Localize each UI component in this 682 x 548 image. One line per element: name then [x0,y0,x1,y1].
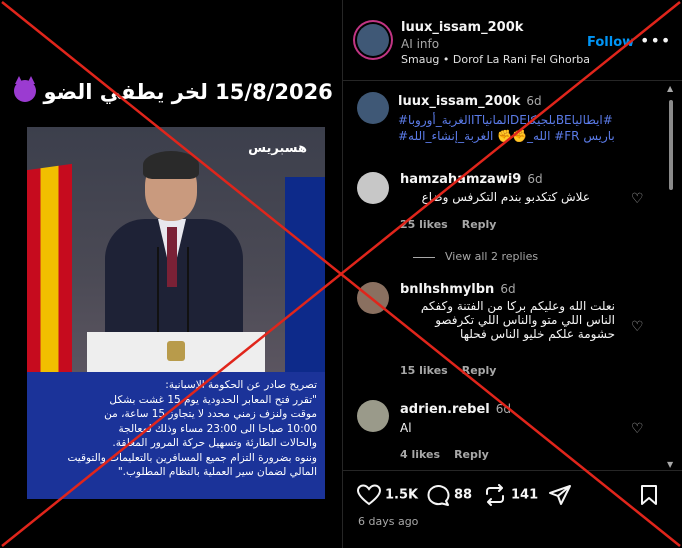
comment-line: حشومة علكم خليو الناس فحلها [460,327,615,341]
post-headline: 15/8/2026 لخر يطفي الضو [0,76,343,104]
speaker-hair [143,151,199,179]
hespress-logo: هسبريس [248,141,307,156]
microphone [157,247,159,332]
scroll-thumb[interactable] [669,100,673,190]
commenter-name[interactable]: hamzahamzawi9 6d [400,172,543,187]
commenter-avatar[interactable] [357,172,389,204]
caption-line: "تقرر فتح المعابر الحدودية يوم 15 غشت بش… [109,393,317,406]
caption-line: وننوه بضرورة التزام جميع المسافرين بالتع… [67,451,317,464]
more-options-icon[interactable]: ••• [640,31,671,50]
scroll-up-icon[interactable]: ▲ [667,84,673,93]
caption-username[interactable]: luux_issam_200k [398,94,520,109]
caption-line: موقت ولنزف زمني محدد لا يتجاوز 15 ساعة، … [104,408,317,420]
view-replies-button[interactable]: View all 2 replies [413,250,538,263]
author-avatar[interactable] [357,92,389,124]
comment-text: Al [400,421,412,435]
comment-age: 6d [527,172,543,186]
coat-of-arms-icon [167,341,185,361]
repost-icon [486,484,504,506]
post-header: luux_issam_200k AI info Smaug • Dorof La… [343,0,682,81]
ai-info-label[interactable]: AI info [401,37,439,51]
comment-button[interactable]: 88 [426,484,472,506]
comment-likes[interactable]: 15 likes [400,364,448,377]
share-button[interactable] [548,484,576,506]
comment-line: الناس اللي متو والناس اللي تكرفصو [435,313,615,327]
reply-button[interactable]: Reply [462,218,497,231]
caption-hashtags[interactable]: #ايطالياBEبلجيكاDEالمانياITالغربة_أوروبا… [398,112,663,144]
commenter-name[interactable]: bnlhshmylbn 6d [400,282,516,297]
comment-username[interactable]: bnlhshmylbn [400,282,494,297]
post-details-panel: luux_issam_200k AI info Smaug • Dorof La… [343,0,682,548]
like-comment-icon[interactable]: ♡ [631,422,645,436]
comment-username[interactable]: hamzahamzawi9 [400,172,521,187]
caption-line: المالي لضمان سير العملية بالنظام المطلوب… [117,466,317,478]
comment-likes[interactable]: 4 likes [400,448,440,461]
like-comment-icon[interactable]: ♡ [631,320,645,334]
commenter-avatar[interactable] [357,400,389,432]
reply-button[interactable]: Reply [454,448,489,461]
post-image[interactable]: هسبريس تصريح صادر عن الحكومة الإسبانية: … [27,127,325,499]
comment-icon [427,485,450,506]
like-comment-icon[interactable]: ♡ [631,192,645,206]
heart-icon [356,484,382,506]
actions-divider [343,470,682,471]
caption-author[interactable]: luux_issam_200k 6d [398,94,542,109]
caption-line: والحالات الطارئة وتسهيل حركة المرور المع… [112,437,317,449]
microphone [187,247,189,332]
commenter-name[interactable]: adrien.rebel 6d [400,402,511,417]
reply-button[interactable]: Reply [462,364,497,377]
post-date: 6 days ago [358,515,419,528]
comment-username[interactable]: adrien.rebel [400,402,490,417]
bookmark-icon [641,485,657,505]
comment-age: 6d [495,402,512,416]
comment-count: 88 [454,487,473,503]
save-button[interactable] [639,484,663,506]
comment-text: علاش كتكدبو بندم التكرفس وضاع [421,190,590,204]
caption-line: 10:00 صباحا الى 23:00 مساء وذلك لمعالجة [118,422,317,435]
caption-line: تصريح صادر عن الحكومة الإسبانية: [165,379,317,391]
speaker-tie [167,227,177,287]
author-username[interactable]: luux_issam_200k [401,20,523,35]
smiling-devil-emoji-icon [14,76,37,102]
scroll-down-icon[interactable]: ▼ [667,460,673,469]
author-avatar[interactable] [357,24,389,56]
eu-flag [285,177,325,377]
hashtag-line[interactable]: #ايطالياBEبلجيكاDEالمانياITالغربة_أوروبا… [398,112,663,128]
comment-text: نعلت الله وعليكم بركا من الفتنة وكفكم ال… [400,299,615,341]
commenter-avatar[interactable] [357,282,389,314]
comment-likes[interactable]: 25 likes [400,218,448,231]
like-count: 1.5K [385,487,419,503]
caption-age: 6d [526,94,542,108]
repost-count: 141 [511,487,539,503]
comment-age: 6d [500,282,516,296]
repost-button[interactable]: 141 [483,484,538,506]
comments-scrollbar[interactable]: ▲ ▼ [667,84,675,469]
hashtag-line[interactable]: باريس FR# الله_✊✊ الغربة_إنشاء_الله# [398,128,663,144]
share-icon [549,485,571,505]
like-button[interactable]: 1.5K [356,484,419,506]
spain-flag [27,163,72,381]
image-caption: تصريح صادر عن الحكومة الإسبانية: "تقرر ف… [27,372,325,499]
comment-meta: 15 likes Reply [400,364,510,377]
comment-line: نعلت الله وعليكم بركا من الفتنة وكفكم [420,299,615,313]
music-label[interactable]: Smaug • Dorof La Rani Fel Ghorba [401,53,590,66]
comment-meta: 4 likes Reply [400,448,503,461]
follow-button[interactable]: Follow [587,35,634,50]
headline-text: 15/8/2026 لخر يطفي الضو [43,80,333,104]
post-media-panel: 15/8/2026 لخر يطفي الضو هسبريس تصريح صاد… [0,0,343,548]
comment-meta: 25 likes Reply [400,218,510,231]
